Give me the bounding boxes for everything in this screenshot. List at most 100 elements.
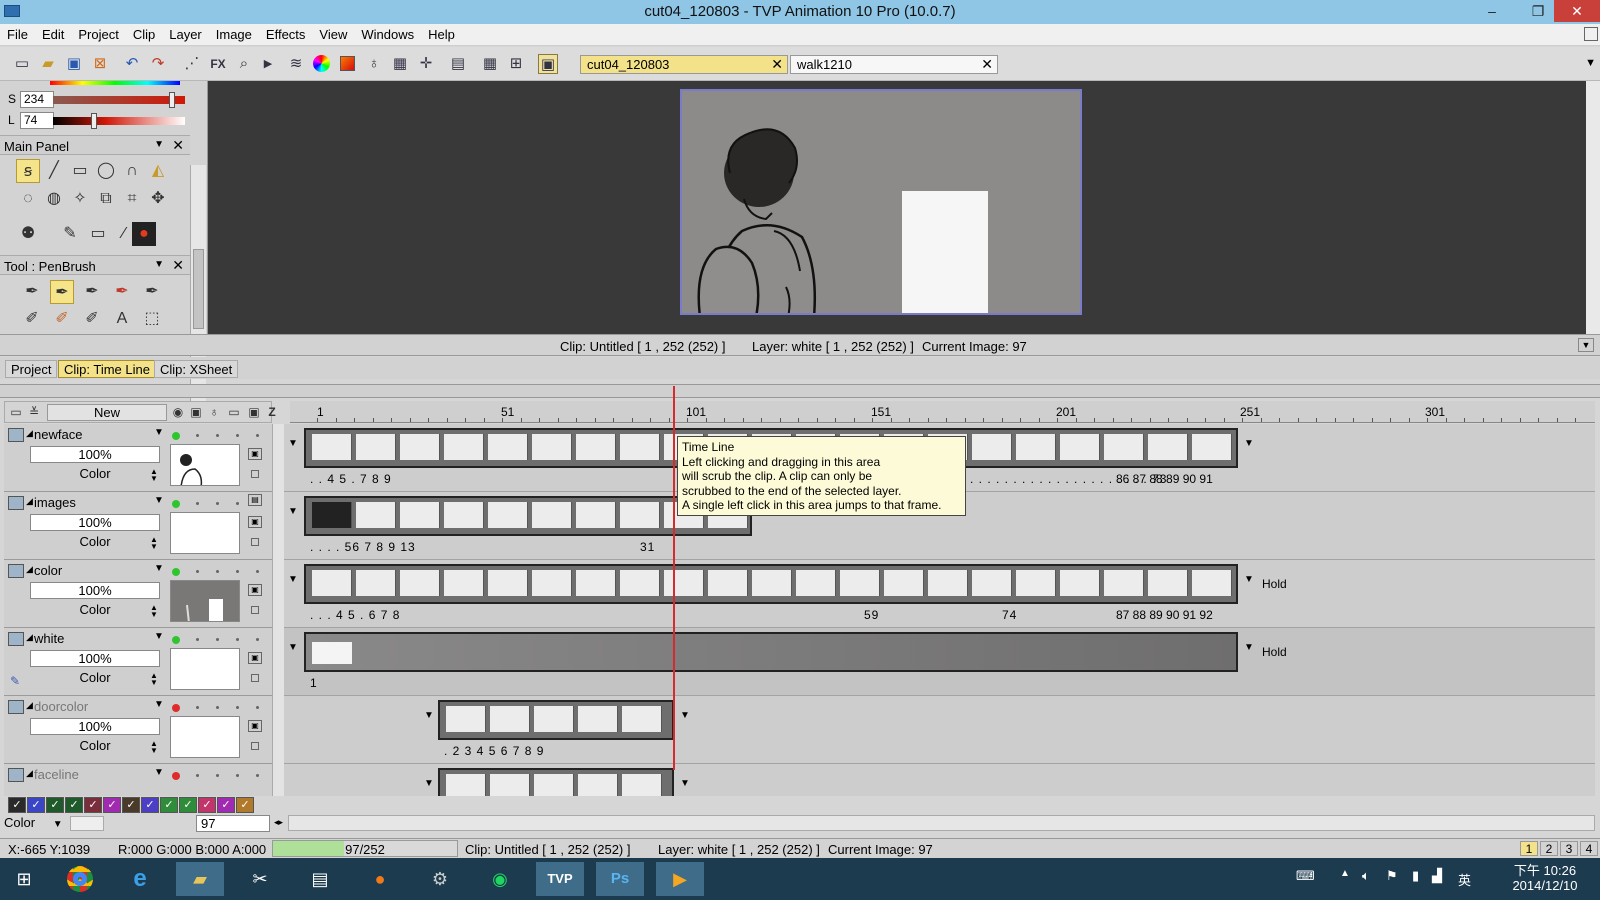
color-swatch[interactable]: ✓ — [217, 797, 235, 813]
frame-cell[interactable] — [1148, 570, 1188, 596]
clip-start-arrow-icon[interactable]: ▼ — [424, 710, 434, 721]
frame-cell[interactable] — [1060, 570, 1100, 596]
color-wheel-icon[interactable] — [312, 54, 332, 74]
layer-type-icon[interactable] — [8, 700, 24, 714]
layer-type-icon[interactable] — [8, 564, 24, 578]
select-tool-icon[interactable]: ◌ — [16, 187, 40, 211]
frame-cell[interactable] — [532, 434, 572, 460]
maximize-button[interactable]: ❐ — [1522, 0, 1554, 22]
frame-cell[interactable] — [312, 502, 352, 528]
layer-images[interactable]: ◢ images ▼ 100% Color ▲ ▼ ▤ ▣ — [4, 492, 272, 560]
toggle-dot[interactable] — [216, 706, 219, 709]
timeline-ruler[interactable]: 1 51 101 151 201 251 301 — [290, 401, 1595, 423]
tab-project[interactable]: Project — [5, 360, 58, 378]
grid-icon[interactable]: ▦ — [480, 54, 500, 74]
mode-stepper-icon[interactable]: ▲ ▼ — [150, 740, 158, 755]
play-icon[interactable]: ▶ — [258, 54, 278, 74]
layer-faceline[interactable]: ◢ faceline ▼ — [4, 764, 272, 796]
warp-icon[interactable]: ⋰ — [182, 54, 202, 74]
frame-cell[interactable] — [884, 570, 924, 596]
brush-preset-icon[interactable]: ✐ — [20, 307, 44, 331]
blend-mode-select[interactable]: Color — [30, 466, 160, 483]
collapse-arrow-icon[interactable]: ◢ — [26, 428, 33, 439]
menu-image[interactable]: Image — [209, 24, 259, 45]
toggle-dot[interactable] — [236, 434, 239, 437]
clip-bar[interactable] — [304, 564, 1238, 604]
layer-menu-icon[interactable]: ▼ — [154, 699, 164, 710]
color-swatch[interactable]: ✓ — [84, 797, 102, 813]
layer-menu-icon[interactable]: ▼ — [154, 767, 164, 778]
color-swatch[interactable]: ✓ — [27, 797, 45, 813]
media-icon[interactable]: ▶ — [656, 862, 704, 896]
curve-tool-icon[interactable]: ∩ — [120, 159, 144, 183]
redo-icon[interactable]: ↷ — [148, 54, 168, 74]
mode-stepper-icon[interactable]: ▲ ▼ — [150, 536, 158, 551]
color-swatch[interactable]: ✓ — [141, 797, 159, 813]
frame-cell[interactable] — [578, 774, 618, 796]
new-doc-icon[interactable]: ▭ — [12, 54, 32, 74]
frame-cell[interactable] — [1016, 434, 1056, 460]
toggle-dot[interactable] — [196, 434, 199, 437]
blend-mode-select[interactable]: Color — [30, 738, 160, 755]
brush-preset-icon[interactable]: ✒ — [80, 280, 104, 304]
toggle-dot[interactable] — [216, 774, 219, 777]
toggle-dot[interactable] — [236, 502, 239, 505]
menu-help[interactable]: Help — [421, 24, 462, 45]
track-white[interactable]: ▼ ▼ Hold 1 — [284, 628, 1595, 696]
lightness-slider[interactable]: L 74 — [6, 112, 190, 130]
status-dropdown-icon[interactable]: ▼ — [1578, 338, 1594, 352]
layer-option-icon[interactable] — [251, 470, 259, 478]
panel-menu-icon[interactable]: ▼ — [154, 139, 164, 150]
fill-tool-icon[interactable]: ◭ — [146, 159, 170, 183]
track-doorcolor[interactable]: ▼ ▼ . 2 3 4 5 6 7 8 9 — [284, 696, 1595, 764]
clip-bar[interactable] — [438, 768, 674, 796]
timeline-top-strip[interactable] — [0, 384, 1600, 398]
scroll-thumb[interactable] — [193, 249, 204, 329]
frame-cell[interactable] — [620, 434, 660, 460]
collapse-arrow-icon[interactable]: ◢ — [26, 496, 33, 507]
firefox-icon[interactable]: ● — [356, 862, 404, 896]
bulb-icon[interactable]: ♁ — [364, 54, 384, 74]
frame-cell[interactable] — [972, 570, 1012, 596]
toggle-dot[interactable] — [256, 706, 259, 709]
row-dropdown-icon[interactable]: ▼ — [288, 574, 298, 585]
brush-preset-icon[interactable]: ✒ — [110, 280, 134, 304]
color-swatch[interactable]: ✓ — [8, 797, 26, 813]
frame-cell[interactable] — [400, 434, 440, 460]
frame-cell[interactable] — [444, 502, 484, 528]
pan-tool-icon[interactable]: ✥ — [146, 187, 170, 211]
toggle-dot[interactable] — [256, 638, 259, 641]
magic-wand-icon[interactable]: ✧ — [68, 187, 92, 211]
rectangle-tool-icon[interactable]: ▭ — [68, 159, 92, 183]
timeline-scrollbar[interactable] — [272, 424, 284, 796]
frame-cell[interactable] — [490, 774, 530, 796]
mode-stepper-icon[interactable]: ▲ ▼ — [150, 468, 158, 483]
frame-cell[interactable] — [578, 706, 618, 732]
lock-icon[interactable]: ▣ — [189, 405, 203, 419]
frame-cell[interactable] — [1016, 570, 1056, 596]
opacity-field[interactable]: 100% — [30, 650, 160, 667]
light-table-dot[interactable] — [172, 500, 180, 508]
layer-menu-icon[interactable]: ▼ — [154, 563, 164, 574]
new-layer-button[interactable]: New — [47, 404, 167, 421]
clip-end-arrow-icon[interactable]: ▼ — [1244, 574, 1254, 585]
frame-cell[interactable] — [620, 570, 660, 596]
ie-icon[interactable]: e — [116, 862, 164, 896]
color-swatch[interactable]: ✓ — [46, 797, 64, 813]
keyboard-icon[interactable]: ⌨ — [1296, 868, 1315, 884]
tray-expand-icon[interactable]: ▲ — [1340, 868, 1350, 879]
chrome-icon[interactable] — [56, 862, 104, 896]
layer-doorcolor[interactable]: ◢ doorcolor ▼ 100% Color ▲ ▼ ▣ — [4, 696, 272, 764]
color-swatch[interactable]: ✓ — [236, 797, 254, 813]
frame-cell[interactable] — [446, 706, 486, 732]
color-swatch[interactable]: ✓ — [103, 797, 121, 813]
layer-option-icon[interactable] — [251, 674, 259, 682]
toggle-dot[interactable] — [236, 638, 239, 641]
frame-cell[interactable] — [664, 570, 704, 596]
color-swatch[interactable]: ✓ — [122, 797, 140, 813]
toggle-dot[interactable] — [236, 570, 239, 573]
canvas-area[interactable] — [208, 81, 1586, 334]
layers-icon[interactable]: ≋ — [286, 54, 306, 74]
menu-edit[interactable]: Edit — [35, 24, 71, 45]
flag-icon[interactable]: ⚑ — [1386, 868, 1398, 884]
